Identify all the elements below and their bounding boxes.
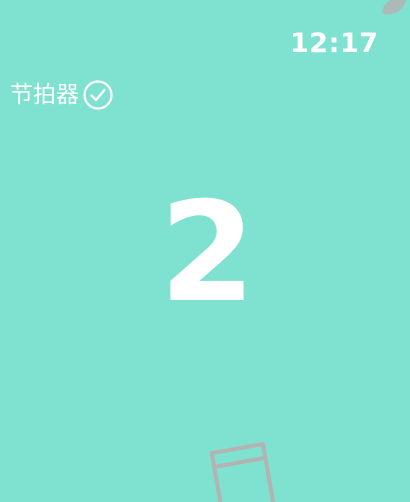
- current-beat: 2: [159, 172, 256, 333]
- page-title: 节拍器: [10, 82, 79, 108]
- status-time: 12:17: [290, 28, 379, 59]
- checkmark-circle-icon[interactable]: [82, 79, 114, 111]
- header[interactable]: 节拍器: [10, 78, 114, 112]
- sheet-music-stand-icon: [209, 442, 276, 502]
- metronome-screen: 12:17 节拍器 2: [0, 0, 410, 502]
- leaf-icon: [382, 0, 406, 15]
